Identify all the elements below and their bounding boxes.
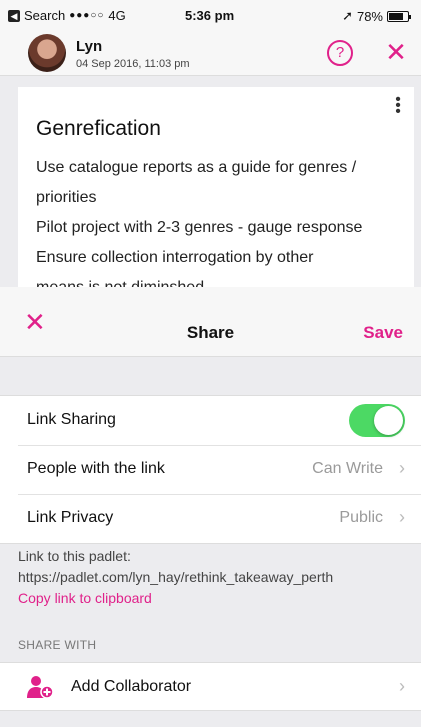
share-settings: Link Sharing People with the link Can Wr… [0,395,421,544]
people-with-link-label: People with the link [27,460,165,477]
status-time: 5:36 pm [185,8,235,23]
post-card-area: • • • Genrefication Use catalogue reports … [0,77,421,296]
copy-link-button[interactable]: Copy link to clipboard [18,588,333,609]
back-app-label[interactable]: Search [24,8,65,23]
chevron-right-icon: › [399,458,405,478]
help-button[interactable]: ? [327,40,353,66]
network-type: 4G [108,8,126,23]
post-title: Genrefication [36,117,161,140]
avatar [28,34,66,72]
post-date: 04 Sep 2016, 11:03 pm [76,58,190,70]
close-button[interactable]: ✕ [384,38,408,66]
post-line: Pilot project with 2-3 genres - gauge re… [36,219,363,236]
chevron-right-icon: › [399,507,405,527]
link-sharing-toggle[interactable] [349,404,405,437]
status-bar: ◀ Search ●●●○○ 4G 5:36 pm ➚ 78% [0,0,421,30]
link-privacy-row[interactable]: Link Privacy Public › [0,494,421,543]
share-header: ✕ Share Save [0,287,421,357]
add-person-icon [27,676,54,699]
post-line: Use catalogue reports as a guide for gen… [36,159,357,176]
post-author: Lyn [76,38,103,55]
location-arrow-icon: ➚ [342,8,353,23]
post-card[interactable]: • • • Genrefication Use catalogue reports … [18,87,414,296]
status-right: ➚ 78% [342,8,411,24]
add-collaborator-row[interactable]: Add Collaborator › [0,662,421,711]
signal-strength: ●●●○○ [69,10,105,21]
chevron-right-icon: › [399,676,405,696]
back-to-app-icon[interactable]: ◀ [8,9,20,22]
post-line: Ensure collection interrogation by other [36,249,314,266]
link-privacy-label: Link Privacy [27,509,114,526]
post-body: Use catalogue reports as a guide for gen… [36,153,406,303]
battery-icon [387,10,411,22]
share-with-heading: SHARE WITH [18,638,97,652]
link-heading: Link to this padlet: [18,548,131,564]
add-collaborator-label: Add Collaborator [71,678,192,695]
post-line: priorities [36,189,97,206]
people-with-link-row[interactable]: People with the link Can Write › [0,445,421,494]
status-left: ◀ Search ●●●○○ 4G [8,8,126,23]
link-sharing-label: Link Sharing [27,411,116,428]
save-button[interactable]: Save [363,323,403,343]
battery-percent: 78% [356,8,383,24]
link-privacy-value: Public [339,509,383,526]
question-circle-icon: ? [335,44,345,61]
people-with-link-value: Can Write [312,460,383,477]
link-url: https://padlet.com/lyn_hay/rethink_takea… [18,569,334,585]
share-title: Share [186,323,235,342]
link-info: Link to this padlet: https://padlet.com/… [18,546,333,609]
close-icon: ✕ [385,37,407,67]
battery-fill [389,12,404,20]
kebab-menu-icon[interactable]: • • • [394,92,402,120]
link-sharing-row: Link Sharing [0,396,421,445]
toggle-knob [374,406,403,435]
post-header: Lyn 04 Sep 2016, 11:03 pm ? ✕ [0,30,421,76]
